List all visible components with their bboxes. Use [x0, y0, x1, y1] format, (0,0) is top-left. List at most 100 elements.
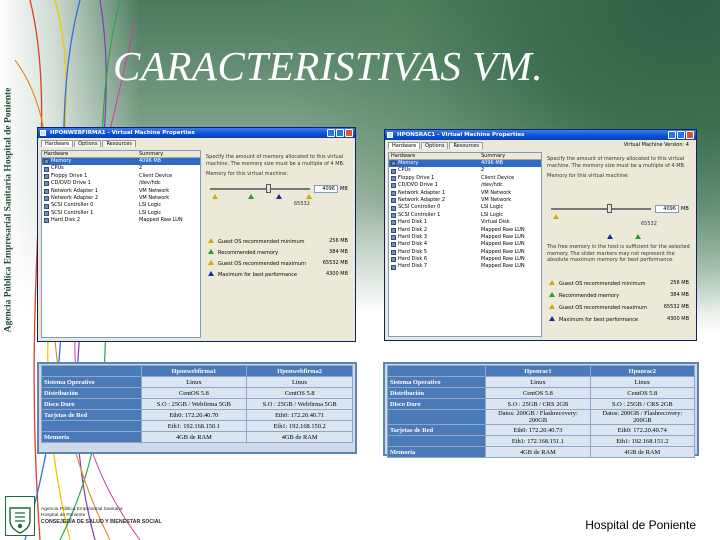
- hardware-row[interactable]: SCSI Controller 1 LSI Logic: [389, 212, 541, 219]
- hardware-row[interactable]: CPUs 2: [42, 165, 200, 172]
- hardware-device-name: Network Adapter 2: [51, 194, 99, 201]
- table-row: Memoria 4GB de RAM 4GB de RAM: [386, 446, 696, 458]
- hardware-row[interactable]: SCSI Controller 0 LSI Logic: [389, 204, 541, 211]
- hardware-row[interactable]: CPUs 2: [389, 167, 541, 174]
- legend-best-performance: Maximum for best performance 4300 MB: [549, 316, 689, 323]
- hardware-row[interactable]: Floppy Drive 1 Client Device: [389, 175, 541, 182]
- legend-best-performance-label: Maximum for best performance: [559, 317, 639, 323]
- close-button[interactable]: [686, 131, 694, 139]
- tab-options[interactable]: Options: [74, 140, 102, 147]
- hardware-row[interactable]: Floppy Drive 1 Client Device: [42, 173, 200, 180]
- hardware-row[interactable]: CD/DVD Drive 1/dev/hdc: [42, 180, 200, 187]
- network-icon: [391, 198, 396, 204]
- hardware-row[interactable]: SCSI Controller 1 LSI Logic: [42, 210, 200, 217]
- slider-max-label: 65532: [641, 221, 657, 227]
- tab-resources[interactable]: Resources: [449, 142, 483, 149]
- memory-slider-thumb[interactable]: [607, 204, 612, 213]
- legend-max-label: Guest OS recommended maximum: [559, 305, 647, 311]
- column-summary[interactable]: Summary: [479, 153, 505, 159]
- memory-slider-track[interactable]: [551, 208, 651, 210]
- table-row: Tarjetas de Red Eth0: 172.20.40.73 Eth0: 1…: [386, 424, 696, 436]
- table-row: Sistema Operativo Linux Linux: [41, 376, 353, 388]
- shield-icon: [9, 507, 31, 534]
- hardware-row[interactable]: Hard Disk 2 Mapped Raw LUN: [389, 227, 541, 234]
- hardware-device: Floppy Drive 1: [389, 175, 479, 182]
- maximize-button[interactable]: [336, 129, 344, 137]
- hardware-list-header: Hardware Summary: [42, 151, 200, 158]
- memory-icon: [391, 161, 396, 167]
- minimize-button[interactable]: [327, 129, 335, 137]
- table-corner-cell: [41, 365, 142, 377]
- hardware-device-name: Hard Disk 4: [398, 241, 428, 248]
- hardware-row[interactable]: Network Adapter 2 VM Network: [42, 195, 200, 202]
- memory-unit-label: MB: [340, 186, 348, 192]
- hardware-row[interactable]: Hard Disk 7 Mapped Raw LUN: [389, 263, 541, 270]
- network-icon: [44, 196, 49, 202]
- hardware-row[interactable]: Hard Disk 2 Mapped Raw LUN: [42, 217, 200, 224]
- footer-hospital-label: Hospital de Poniente: [585, 518, 696, 532]
- memory-for-vm-label: Memory for this virtual machine:: [547, 173, 629, 179]
- memory-slider-track[interactable]: [210, 188, 310, 190]
- table-row-label: [41, 420, 142, 432]
- hardware-row[interactable]: Hard Disk 3 Mapped Raw LUN: [389, 234, 541, 241]
- hardware-device-name: Hard Disk 1: [398, 219, 428, 226]
- table-corner-cell: [386, 365, 487, 377]
- hardware-device-summary: /dev/hdc: [481, 182, 503, 189]
- legend-recommended-label: Recommended memory: [218, 250, 279, 256]
- logo-line-consejeria: CONSEJERÍA DE SALUD Y BIENESTAR SOCIAL: [41, 519, 162, 525]
- memory-value-input[interactable]: 4096: [655, 205, 679, 213]
- table-column-header: Hponwebfirma2: [246, 365, 353, 377]
- hardware-device: Network Adapter 1: [42, 188, 137, 195]
- slide-title: CARACTERISTIVAS VM.: [113, 43, 544, 89]
- column-hardware[interactable]: Hardware: [42, 151, 137, 157]
- hardware-device: SCSI Controller 1: [42, 210, 137, 217]
- hardware-row[interactable]: CD/DVD Drive 1/dev/hdc: [389, 182, 541, 189]
- hardware-row[interactable]: Hard Disk 6 Mapped Raw LUN: [389, 256, 541, 263]
- controller-icon: [44, 203, 49, 209]
- hardware-device-name: Hard Disk 3: [398, 233, 428, 240]
- table-cell: 4GB de RAM: [589, 446, 696, 458]
- floppy-icon: [44, 173, 49, 179]
- hardware-row[interactable]: Hard Disk 1 Virtual Disk: [389, 219, 541, 226]
- hardware-device-summary: 4096 MB: [139, 158, 162, 164]
- hardware-row[interactable]: Network Adapter 1 VM Network: [42, 188, 200, 195]
- column-hardware[interactable]: Hardware: [389, 153, 479, 159]
- hardware-row[interactable]: Hard Disk 5 Mapped Raw LUN: [389, 249, 541, 256]
- hardware-row[interactable]: Network Adapter 1 VM Network: [389, 190, 541, 197]
- hardware-row[interactable]: Network Adapter 2 VM Network: [389, 197, 541, 204]
- memory-panel: Specify the amount of memory allocated t…: [206, 154, 351, 178]
- hardware-device: Floppy Drive 1: [42, 173, 137, 180]
- hardware-device: Hard Disk 3: [389, 234, 479, 241]
- column-summary[interactable]: Summary: [137, 151, 163, 157]
- hardware-device: Network Adapter 1: [389, 190, 479, 197]
- tab-bar: Hardware Options Resources: [38, 138, 355, 147]
- tab-options[interactable]: Options: [421, 142, 449, 149]
- hardware-device-name: SCSI Controller 1: [51, 209, 94, 216]
- tab-resources[interactable]: Resources: [102, 140, 136, 147]
- harddisk-icon: [391, 242, 396, 248]
- table-row-label: Disco Duro: [41, 398, 142, 410]
- maximize-button[interactable]: [677, 131, 685, 139]
- tab-hardware[interactable]: Hardware: [388, 142, 421, 149]
- hardware-device-name: Network Adapter 1: [398, 189, 446, 196]
- close-button[interactable]: [345, 129, 353, 137]
- hardware-row[interactable]: SCSI Controller 0 LSI Logic: [42, 202, 200, 209]
- harddisk-icon: [44, 218, 49, 224]
- table-row-label: Memoria: [386, 446, 487, 458]
- table-cell: Eth1: 192.168.151.2: [589, 435, 696, 447]
- hardware-row[interactable]: Memory 4096 MB: [42, 158, 200, 166]
- memory-value-input[interactable]: 4096: [314, 185, 338, 193]
- hardware-row[interactable]: Hard Disk 4 Mapped Raw LUN: [389, 241, 541, 248]
- table-row-label: Memoria: [41, 431, 142, 443]
- table-cell: 4GB de RAM: [140, 431, 248, 443]
- hardware-device-summary: Mapped Raw LUN: [139, 217, 183, 224]
- legend-max-label: Guest OS recommended maximum: [218, 261, 306, 267]
- hardware-device-summary: 4096 MB: [481, 160, 504, 166]
- memory-slider-thumb[interactable]: [266, 184, 271, 193]
- table-cell: 4GB de RAM: [485, 446, 591, 458]
- legend-recommended-value: 384 MB: [670, 292, 689, 298]
- minimize-button[interactable]: [668, 131, 676, 139]
- hardware-device-name: SCSI Controller 0: [51, 202, 94, 209]
- hardware-row[interactable]: Memory 4096 MB: [389, 160, 541, 168]
- tab-hardware[interactable]: Hardware: [41, 140, 74, 147]
